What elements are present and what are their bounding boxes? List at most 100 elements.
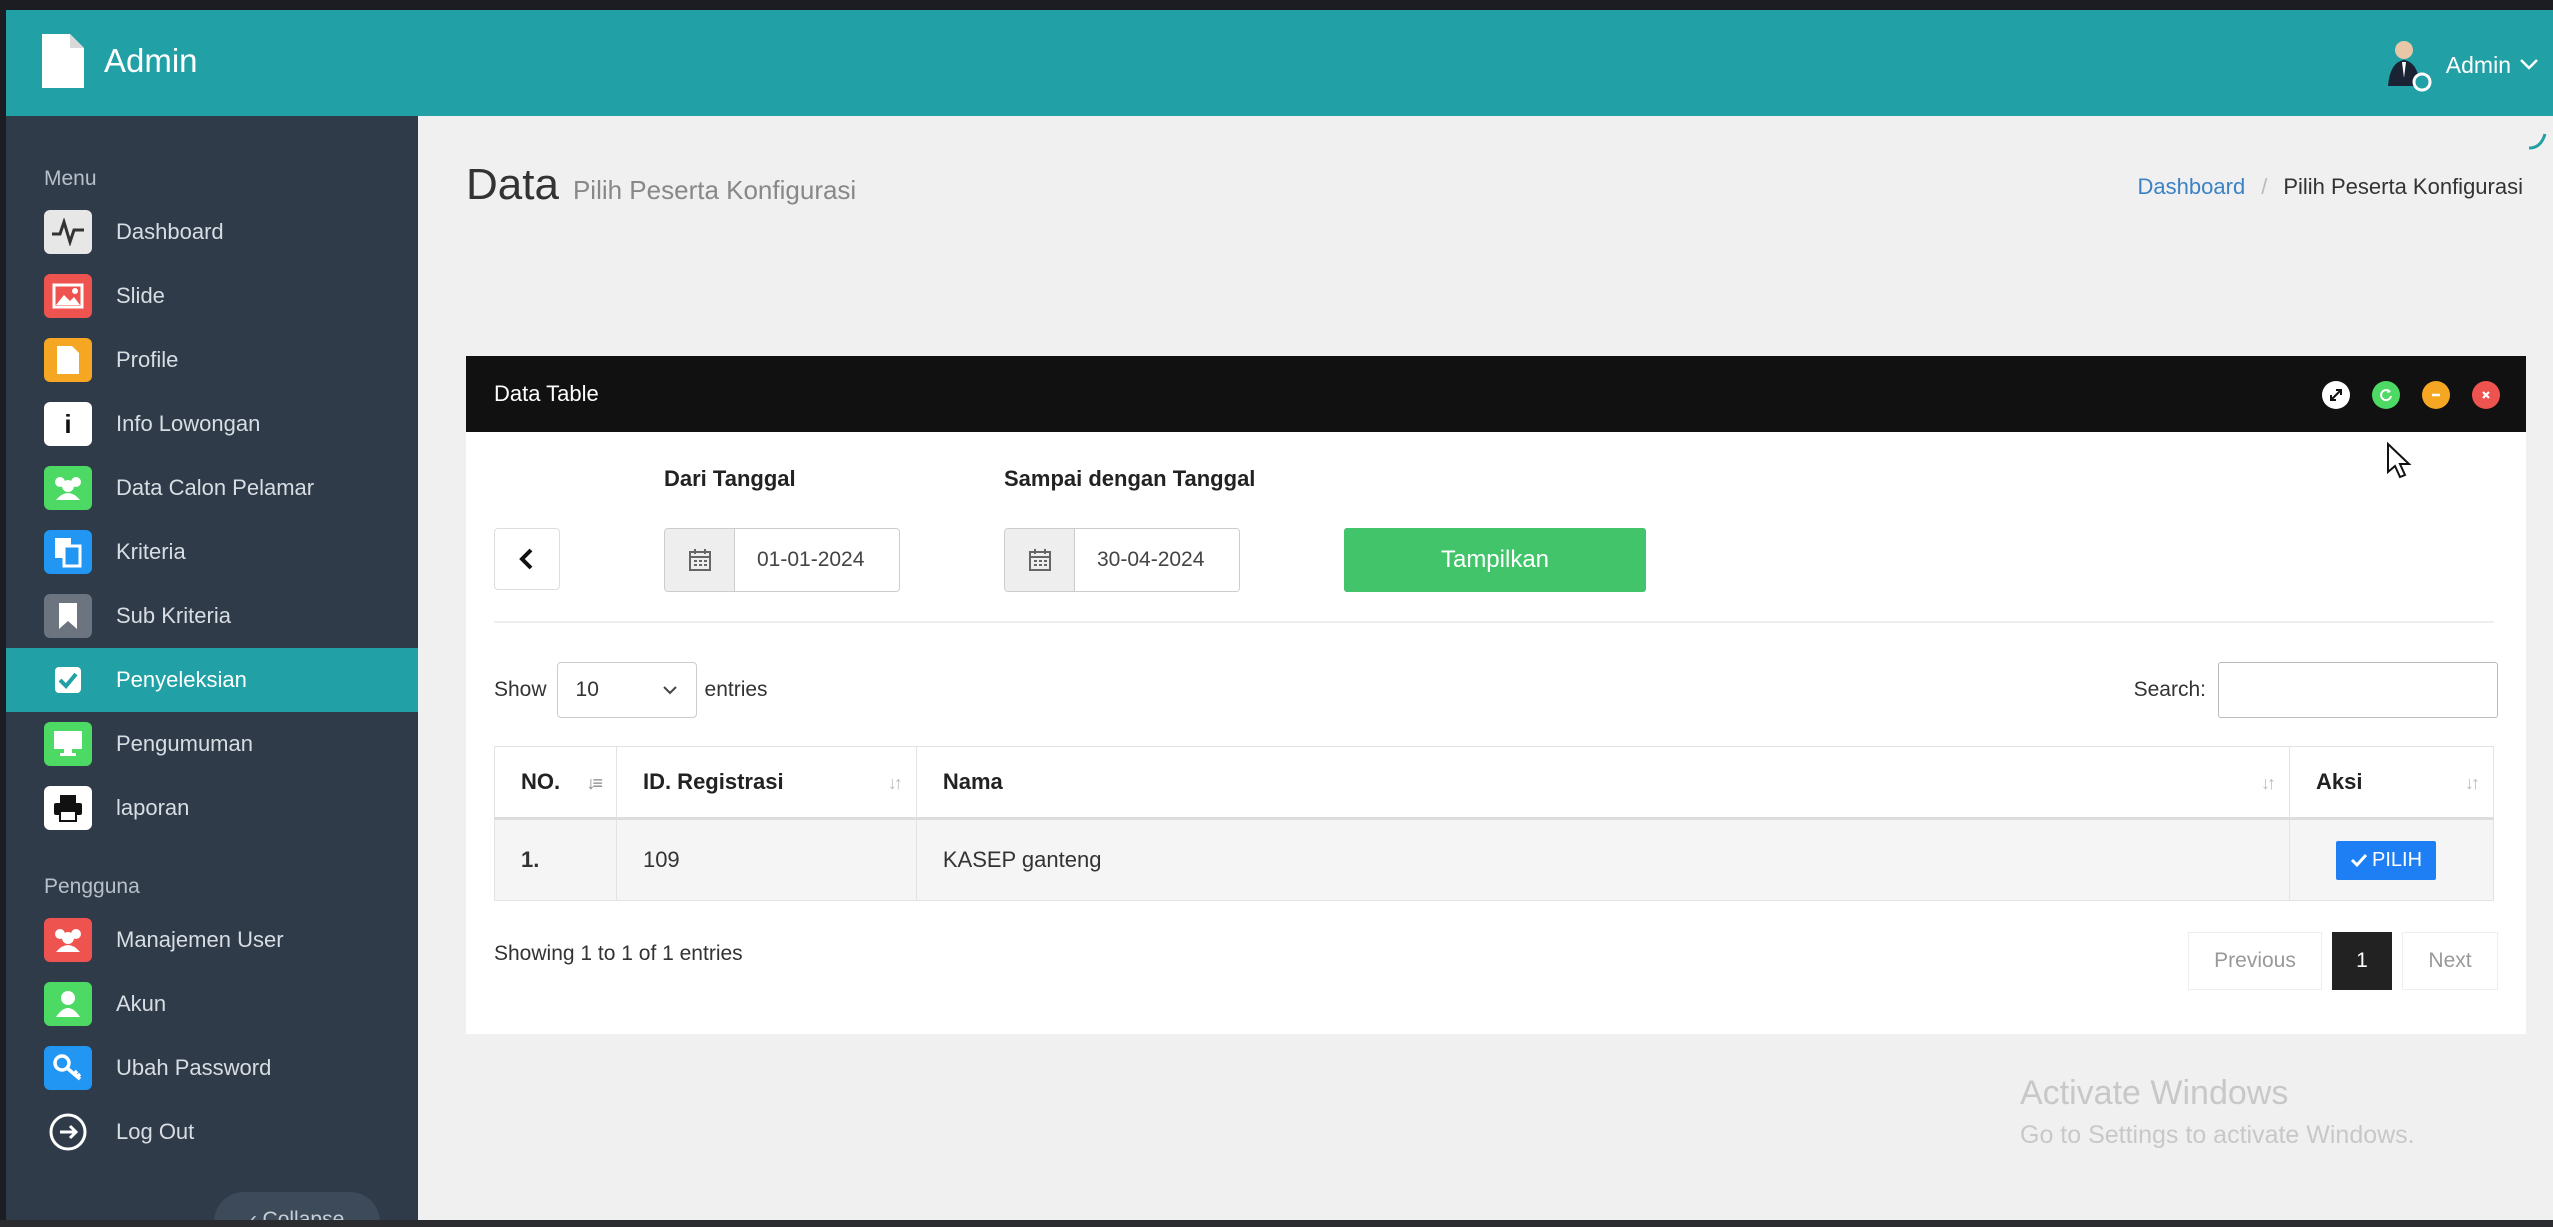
table-info: Showing 1 to 1 of 1 entries	[494, 942, 743, 965]
search-label: Search:	[2133, 678, 2206, 701]
sidebar: Menu Dashboard Slide Profile i Info Lowo…	[6, 116, 418, 1220]
next-page-button[interactable]: Next	[2402, 932, 2498, 990]
sidebar-item-label: Dashboard	[116, 219, 224, 244]
sidebar-item-info-lowongan[interactable]: i Info Lowongan	[6, 392, 418, 456]
logout-icon	[44, 1110, 92, 1154]
monitor-icon	[44, 722, 92, 766]
avatar	[2380, 38, 2434, 92]
page-1-button[interactable]: 1	[2332, 932, 2392, 990]
sidebar-item-ubah-password[interactable]: Ubah Password	[6, 1036, 418, 1100]
chevron-left-icon	[519, 548, 533, 570]
date-filter: Dari Tanggal Sampai dengan Tanggal Tampi…	[494, 466, 2494, 592]
pilih-button[interactable]: PILIH	[2336, 840, 2437, 880]
image-icon	[44, 274, 92, 318]
collapse-label: Collapse	[262, 1208, 345, 1220]
tampilkan-button[interactable]: Tampilkan	[1344, 528, 1646, 592]
watermark-line-1: Activate Windows	[2020, 1074, 2289, 1112]
breadcrumb-dashboard-link[interactable]: Dashboard	[2138, 174, 2246, 200]
user-name: Admin	[2445, 51, 2511, 78]
from-date-input[interactable]	[735, 529, 899, 591]
cell-aksi: PILIH	[2289, 818, 2494, 901]
collapse-button[interactable]: ‹ Collapse	[214, 1192, 380, 1220]
previous-page-button[interactable]: Previous	[2188, 932, 2322, 990]
users-icon	[44, 918, 92, 962]
search-input[interactable]	[2218, 662, 2498, 718]
copy-icon	[44, 530, 92, 574]
chevron-left-icon: ‹	[249, 1208, 263, 1220]
sort-icon: ↓↑	[887, 773, 903, 793]
printer-icon	[44, 786, 92, 830]
admin-app: Admin Admin Menu Dashboard Slide Profile…	[6, 10, 2553, 1220]
column-header-nama[interactable]: Nama ↓↑	[915, 746, 2291, 820]
page-title: Data Pilih Peserta Konfigurasi	[466, 160, 856, 210]
sidebar-item-label: Sub Kriteria	[116, 603, 231, 628]
sidebar-item-profile[interactable]: Profile	[6, 328, 418, 392]
main-content: Data Pilih Peserta Konfigurasi Dashboard…	[418, 116, 2553, 1220]
windows-activation-watermark: Activate Windows Go to Settings to activ…	[2020, 1074, 2415, 1150]
sidebar-item-kriteria[interactable]: Kriteria	[6, 520, 418, 584]
page-subtitle: Pilih Peserta Konfigurasi	[572, 175, 857, 205]
cell-nama: KASEP ganteng	[915, 818, 2291, 901]
sidebar-item-penyeleksian[interactable]: Penyeleksian	[6, 648, 418, 712]
pagination: Previous 1 Next	[2188, 932, 2498, 990]
length-control: Show 10 entries	[494, 662, 768, 718]
sidebar-item-label: Manajemen User	[116, 927, 284, 952]
entries-select[interactable]: 10	[556, 662, 697, 718]
sidebar-item-label: Info Lowongan	[116, 411, 261, 436]
column-header-id-registrasi[interactable]: ID. Registrasi ↓↑	[615, 746, 917, 820]
sidebar-item-label: Penyeleksian	[116, 667, 247, 692]
data-table-panel: Data Table Dari Tanggal 01-01-2024 Sampa…	[466, 356, 2526, 1034]
sidebar-item-log-out[interactable]: Log Out	[6, 1100, 418, 1164]
cell-no: 1.	[494, 818, 617, 901]
to-date-input[interactable]	[1075, 529, 1239, 591]
watermark-line-2: Go to Settings to activate Windows.	[2020, 1121, 2415, 1149]
sidebar-item-label: laporan	[116, 795, 190, 820]
sidebar-item-label: Akun	[116, 991, 167, 1016]
pulse-icon	[44, 210, 92, 254]
entries-label: entries	[704, 678, 768, 701]
breadcrumb: Dashboard / Pilih Peserta Konfigurasi	[2138, 174, 2523, 200]
brand-title: Admin	[104, 42, 198, 79]
table-row: 1. 109 KASEP ganteng PILIH	[494, 818, 2494, 901]
sidebar-item-label: Slide	[116, 283, 165, 308]
sort-icon: ↓↑	[2465, 773, 2480, 793]
sidebar-item-label: Profile	[116, 347, 179, 372]
entries-value: 10	[575, 678, 599, 701]
info-icon: i	[44, 402, 92, 446]
expand-icon[interactable]	[2322, 381, 2350, 409]
back-button[interactable]	[494, 528, 560, 590]
key-icon	[44, 1046, 92, 1090]
sidebar-item-laporan[interactable]: laporan	[6, 776, 418, 840]
user-menu[interactable]: Admin	[2380, 38, 2539, 92]
minimize-icon[interactable]	[2422, 381, 2450, 409]
calendar-icon	[665, 529, 735, 591]
check-icon	[2350, 853, 2368, 868]
sidebar-item-label: Kriteria	[116, 539, 186, 564]
top-navbar: Admin Admin	[6, 10, 2553, 116]
sidebar-item-sub-kriteria[interactable]: Sub Kriteria	[6, 584, 418, 648]
file-icon	[44, 338, 92, 382]
sidebar-item-akun[interactable]: Akun	[6, 972, 418, 1036]
sidebar-item-label: Ubah Password	[116, 1055, 272, 1080]
panel-title: Data Table	[494, 381, 599, 406]
close-icon[interactable]	[2472, 381, 2500, 409]
data-table: NO. ↓≡ ID. Registrasi ↓↑ Nama ↓↑ Aksi ↓↑…	[494, 746, 2494, 901]
reload-icon[interactable]	[2372, 381, 2400, 409]
brand[interactable]: Admin	[38, 32, 198, 90]
pengguna-header: Pengguna	[44, 875, 140, 898]
column-header-aksi[interactable]: Aksi ↓↑	[2289, 746, 2494, 820]
bookmark-icon	[44, 594, 92, 638]
sidebar-item-dashboard[interactable]: Dashboard	[6, 200, 418, 264]
sidebar-item-pengumuman[interactable]: Pengumuman	[6, 712, 418, 776]
sidebar-item-manajemen-user[interactable]: Manajemen User	[6, 908, 418, 972]
panel-tools	[2300, 381, 2500, 409]
sidebar-item-data-calon-pelamar[interactable]: Data Calon Pelamar	[6, 456, 418, 520]
column-header-no[interactable]: NO. ↓≡	[494, 746, 617, 820]
sidebar-item-slide[interactable]: Slide	[6, 264, 418, 328]
chevron-down-icon	[2519, 54, 2539, 77]
menu-header: Menu	[44, 167, 97, 190]
to-date-group	[1004, 528, 1240, 592]
sort-icon: ↓↑	[2261, 773, 2276, 793]
sidebar-item-label: Data Calon Pelamar	[116, 475, 315, 500]
sidebar-item-label: Pengumuman	[116, 731, 253, 756]
